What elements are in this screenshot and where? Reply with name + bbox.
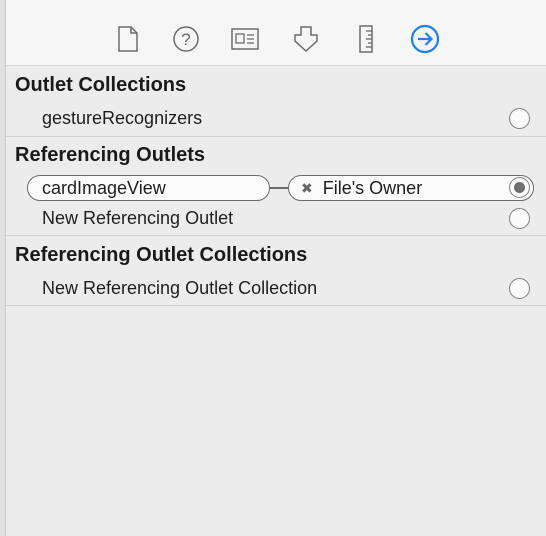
section-divider: [6, 235, 546, 236]
outlet-source-pill[interactable]: cardImageView: [27, 175, 270, 201]
section-divider: [6, 305, 546, 306]
inspector-toolbar: ?: [6, 0, 546, 66]
left-pane-edge: [0, 0, 6, 536]
section-header-referencing-outlets: Referencing Outlets: [15, 144, 206, 166]
gesture-recognizers-connector-radio[interactable]: [509, 108, 530, 129]
outlet-source-label: cardImageView: [42, 177, 166, 198]
file-inspector-icon[interactable]: [111, 22, 145, 56]
connections-inspector-icon[interactable]: [408, 22, 442, 56]
new-referencing-outlet-collection-radio[interactable]: [509, 278, 530, 299]
section-header-referencing-outlet-collections: Referencing Outlet Collections: [15, 244, 308, 266]
size-inspector-icon[interactable]: [349, 22, 383, 56]
outlet-gesture-recognizers-label: gestureRecognizers: [42, 108, 203, 128]
section-header-outlet-collections: Outlet Collections: [15, 74, 187, 96]
svg-text:?: ?: [181, 30, 190, 49]
remove-connection-icon[interactable]: ✖: [301, 180, 313, 197]
new-referencing-outlet-radio[interactable]: [509, 208, 530, 229]
attributes-inspector-icon[interactable]: [289, 22, 323, 56]
connection-line: [270, 187, 288, 189]
outlet-target-label: File's Owner: [322, 177, 423, 198]
new-referencing-outlet-collection-label: New Referencing Outlet Collection: [42, 278, 318, 298]
connected-outlet-radio[interactable]: [509, 177, 530, 198]
identity-inspector-icon[interactable]: [228, 22, 262, 56]
new-referencing-outlet-label: New Referencing Outlet: [42, 208, 234, 228]
quick-help-icon[interactable]: ?: [169, 22, 203, 56]
section-divider: [6, 136, 546, 137]
outlet-target-pill[interactable]: ✖ File's Owner: [288, 175, 534, 201]
